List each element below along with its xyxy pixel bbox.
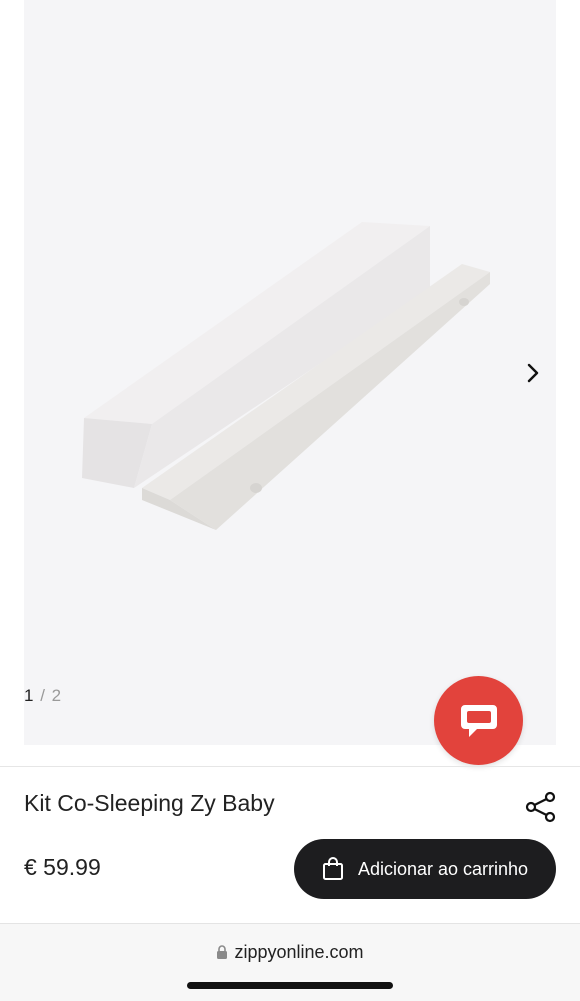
- url-text: zippyonline.com: [234, 942, 364, 962]
- product-title: Kit Co-Sleeping Zy Baby: [24, 790, 275, 816]
- divider: [0, 766, 580, 767]
- lock-icon: [217, 945, 228, 959]
- product-image[interactable]: [24, 0, 556, 745]
- image-counter: 1 / 2: [24, 686, 62, 706]
- image-counter-current: 1: [24, 686, 35, 705]
- product-gallery[interactable]: 1 / 2: [24, 0, 556, 745]
- next-image-button[interactable]: [518, 358, 548, 388]
- browser-bar: zippyonline.com: [0, 923, 580, 1001]
- shopping-bag-icon: [322, 857, 343, 880]
- add-to-cart-label: Adicionar ao carrinho: [357, 858, 529, 879]
- add-to-cart-button[interactable]: Adicionar ao carrinho: [294, 839, 556, 899]
- image-counter-total: 2: [51, 686, 63, 705]
- image-counter-separator: /: [34, 686, 52, 705]
- address-bar[interactable]: zippyonline.com: [0, 942, 580, 963]
- home-indicator[interactable]: [187, 982, 393, 989]
- product-price: € 59.99: [24, 854, 101, 880]
- share-icon: [525, 791, 556, 823]
- chat-bubble-icon: [460, 704, 497, 737]
- share-button[interactable]: [524, 790, 558, 824]
- chat-button[interactable]: [434, 676, 523, 765]
- chevron-right-icon: [527, 363, 539, 383]
